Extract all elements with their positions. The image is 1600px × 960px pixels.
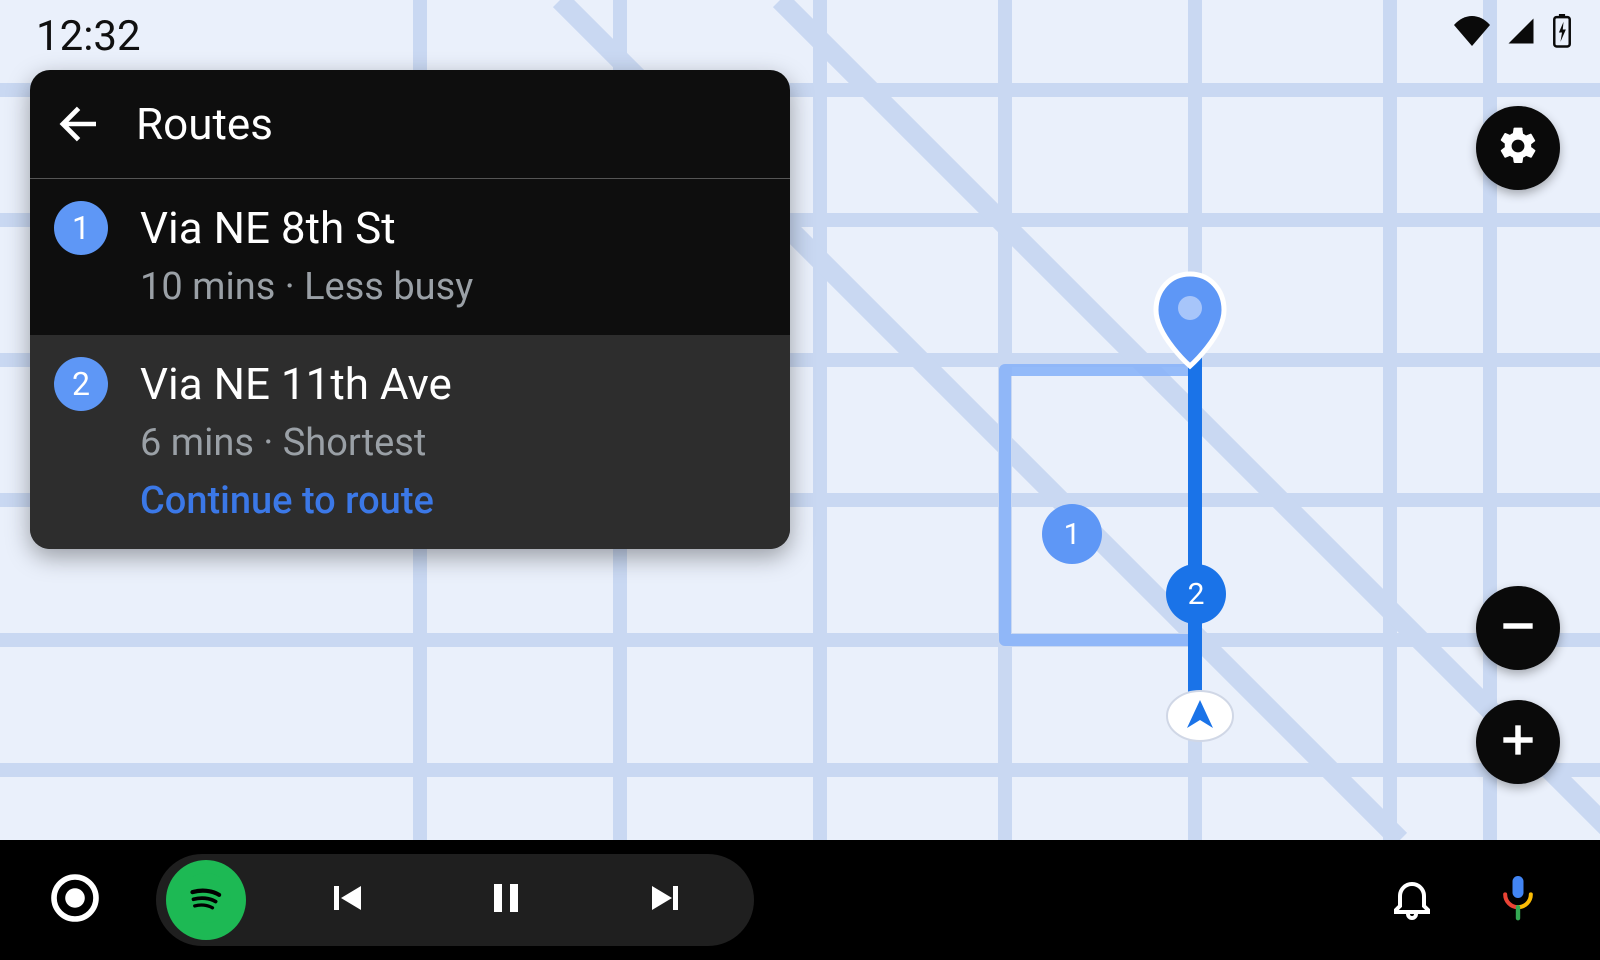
spotify-button[interactable] — [166, 860, 246, 940]
plus-icon — [1496, 718, 1540, 766]
map-route-marker-1[interactable]: 1 — [1042, 504, 1102, 564]
cell-signal-icon — [1504, 16, 1538, 50]
launcher-button[interactable] — [0, 840, 150, 960]
battery-charging-icon — [1552, 14, 1572, 52]
spotify-icon — [181, 873, 231, 927]
assistant-mic-button[interactable] — [1496, 872, 1540, 928]
route-subtext: 10 mins · Less busy — [140, 265, 766, 309]
panel-title: Routes — [136, 98, 273, 150]
status-time: 12:32 — [36, 12, 141, 61]
play-pause-button[interactable] — [466, 860, 546, 940]
mic-icon — [1496, 909, 1540, 928]
marker-label: 2 — [1188, 577, 1205, 612]
bell-icon — [1388, 907, 1436, 926]
route-name: Via NE 8th St — [140, 202, 396, 254]
zoom-out-button[interactable] — [1476, 586, 1560, 670]
media-controls — [156, 854, 754, 946]
marker-label: 1 — [1064, 517, 1081, 552]
pause-icon — [482, 874, 530, 926]
route-name: Via NE 11th Ave — [140, 358, 452, 410]
route-number-badge: 1 — [54, 201, 108, 255]
routes-panel: Routes 1 Via NE 8th St 10 mins · Less bu… — [30, 70, 790, 549]
next-track-button[interactable] — [626, 860, 706, 940]
route-option-1[interactable]: 1 Via NE 8th St 10 mins · Less busy — [30, 179, 790, 335]
skip-next-icon — [642, 874, 690, 926]
launcher-icon — [47, 870, 103, 930]
previous-track-button[interactable] — [306, 860, 386, 940]
minus-icon — [1496, 604, 1540, 652]
zoom-in-button[interactable] — [1476, 700, 1560, 784]
notifications-button[interactable] — [1388, 874, 1436, 926]
route-option-2[interactable]: 2 Via NE 11th Ave 6 mins · Shortest Cont… — [30, 335, 790, 549]
continue-to-route-link[interactable]: Continue to route — [140, 479, 766, 523]
gear-icon — [1496, 124, 1540, 172]
route-subtext: 6 mins · Shortest — [140, 421, 766, 465]
nav-bar — [0, 840, 1600, 960]
route-number-badge: 2 — [54, 357, 108, 411]
map-route-marker-2[interactable]: 2 — [1166, 564, 1226, 624]
skip-previous-icon — [322, 874, 370, 926]
settings-button[interactable] — [1476, 106, 1560, 190]
back-button[interactable] — [48, 94, 108, 154]
wifi-icon — [1454, 16, 1490, 50]
